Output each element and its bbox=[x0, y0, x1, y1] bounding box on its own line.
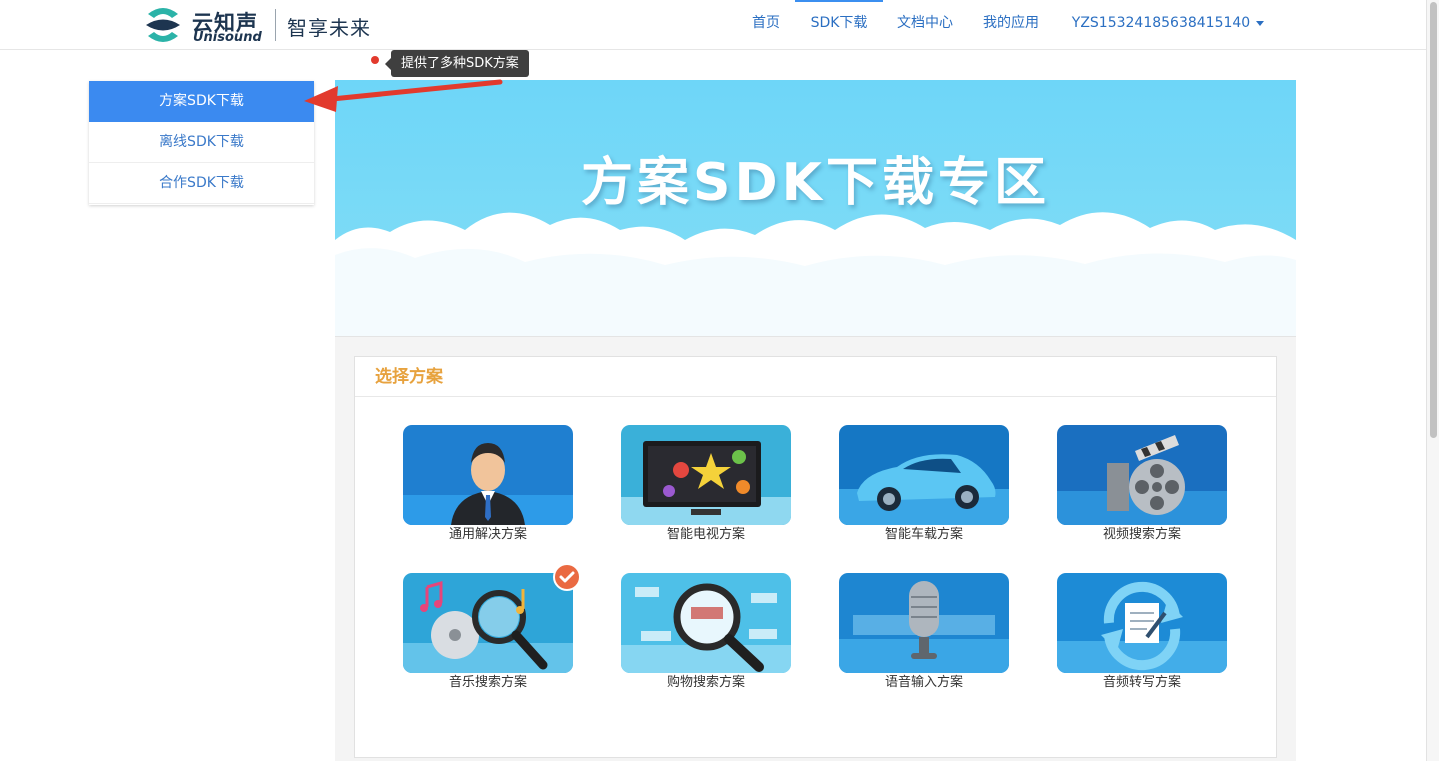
sidebar-item-solution-sdk[interactable]: 方案SDK下载 bbox=[89, 81, 314, 122]
sdk-sidebar: 方案SDK下载 离线SDK下载 合作SDK下载 bbox=[89, 81, 314, 205]
solution-label: 智能电视方案 bbox=[666, 527, 745, 542]
solution-card-voice-input[interactable]: 语音输入方案 bbox=[839, 573, 1009, 691]
solution-card-music-search[interactable]: 音乐搜索方案 bbox=[403, 563, 581, 691]
transcribe-icon bbox=[1057, 573, 1227, 673]
brand-logo[interactable]: 云知声 Unisound 智享未来 bbox=[142, 4, 372, 46]
caret-down-icon bbox=[1256, 20, 1265, 26]
nav-my-apps[interactable]: 我的应用 bbox=[975, 0, 1047, 50]
unisound-logo-icon bbox=[146, 8, 180, 42]
solution-label: 通用解决方案 bbox=[448, 527, 527, 542]
car-icon bbox=[839, 425, 1009, 525]
solution-card-car[interactable]: 智能车载方案 bbox=[839, 425, 1009, 543]
solution-label: 音乐搜索方案 bbox=[448, 675, 527, 690]
scrollbar-thumb[interactable] bbox=[1430, 2, 1437, 438]
tv-icon bbox=[621, 425, 791, 525]
annotation-arrow-icon bbox=[304, 79, 503, 112]
page: 云知声 Unisound 智享未来 首页 SDK下载 文档中心 我的应用 YZS… bbox=[0, 0, 1439, 761]
shopping-search-icon bbox=[621, 573, 791, 673]
nav-docs-center[interactable]: 文档中心 bbox=[890, 0, 960, 50]
banner-title: 方案SDK下载专区 bbox=[581, 153, 1050, 213]
nav-user-menu[interactable]: YZS15324185638415140 bbox=[1062, 0, 1274, 50]
annotation-dot bbox=[371, 56, 379, 64]
microphone-icon bbox=[839, 573, 1009, 673]
nav-home[interactable]: 首页 bbox=[740, 0, 792, 50]
solution-card-shopping-search[interactable]: 购物搜索方案 bbox=[621, 573, 791, 691]
solution-label: 音频转写方案 bbox=[1102, 675, 1181, 690]
page-scrollbar[interactable] bbox=[1426, 0, 1439, 761]
music-search-icon bbox=[403, 573, 573, 673]
solution-card-smart-tv[interactable]: 智能电视方案 bbox=[621, 425, 791, 543]
solution-card-general[interactable]: 通用解决方案 bbox=[403, 425, 573, 543]
businessman-icon bbox=[403, 425, 573, 525]
solution-label: 购物搜索方案 bbox=[666, 675, 745, 690]
solution-label: 智能车载方案 bbox=[884, 527, 963, 542]
user-account-name: YZS15324185638415140 bbox=[1071, 15, 1251, 31]
solutions-panel: 选择方案 通用解决方案 智能电视方案 智能车载方案 视频搜索方案 音乐搜索方案 … bbox=[354, 356, 1277, 758]
solution-card-video-search[interactable]: 视频搜索方案 bbox=[1057, 425, 1227, 543]
logo-divider bbox=[275, 9, 276, 41]
logo-english-name: Unisound bbox=[193, 30, 262, 45]
film-reel-icon bbox=[1057, 425, 1227, 525]
solution-label: 视频搜索方案 bbox=[1102, 527, 1181, 542]
nav-sdk-download[interactable]: SDK下载 bbox=[795, 0, 883, 50]
top-header: 云知声 Unisound 智享未来 首页 SDK下载 文档中心 我的应用 YZS… bbox=[0, 0, 1426, 50]
sidebar-item-partner-sdk[interactable]: 合作SDK下载 bbox=[89, 163, 314, 204]
panel-title: 选择方案 bbox=[355, 357, 1276, 397]
solution-card-audio-transcribe[interactable]: 音频转写方案 bbox=[1057, 573, 1227, 691]
solution-label: 语音输入方案 bbox=[884, 675, 963, 690]
selected-check-icon bbox=[553, 563, 581, 591]
sidebar-item-offline-sdk[interactable]: 离线SDK下载 bbox=[89, 122, 314, 163]
logo-slogan: 智享未来 bbox=[287, 16, 371, 40]
